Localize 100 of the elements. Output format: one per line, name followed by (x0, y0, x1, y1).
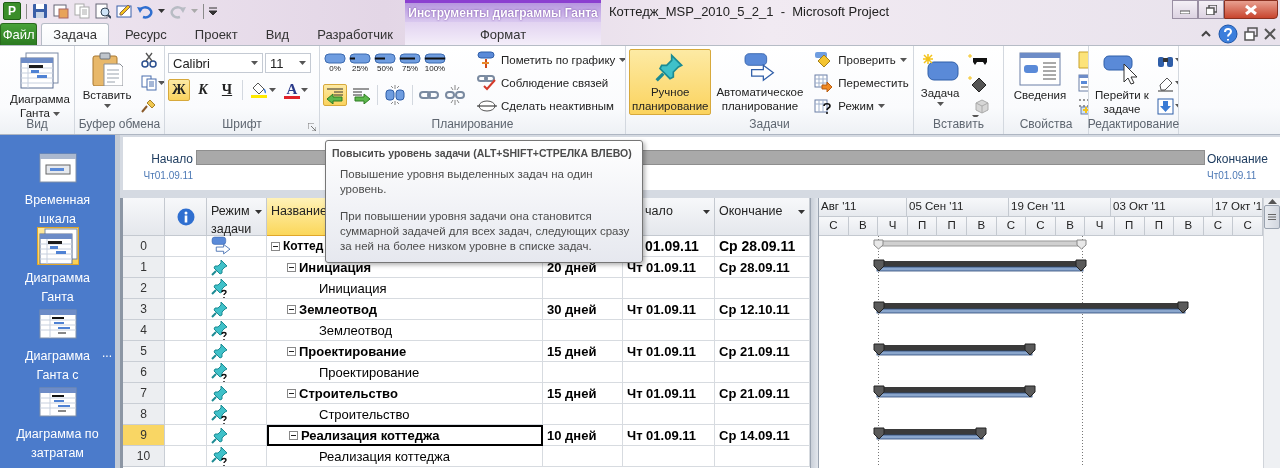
gantt-chart-button[interactable]: Диаграмма Ганта (3, 49, 74, 117)
group-label: Свойства (1019, 117, 1073, 132)
row-number-cell[interactable]: 1 (123, 257, 165, 278)
copy-button[interactable] (138, 72, 164, 94)
auto-schedule-button[interactable]: Автоматическое планирование (713, 49, 807, 115)
group-label: Вставить (933, 117, 984, 132)
row-number-cell[interactable]: 5 (123, 341, 165, 362)
undo-icon[interactable] (137, 3, 153, 19)
row-number-cell[interactable]: 10 (123, 446, 165, 467)
ribbon-tab[interactable]: Разработчик (305, 23, 405, 45)
percent-complete-button[interactable]: 50% (373, 52, 397, 78)
column-header[interactable] (165, 198, 207, 236)
collapse-icon[interactable] (287, 346, 296, 356)
preview-icon[interactable] (95, 3, 111, 19)
minimize-button[interactable] (1172, 0, 1198, 19)
percent-complete-button[interactable]: 0% (323, 52, 347, 78)
dialog-launcher-icon[interactable] (308, 123, 316, 131)
save-icon[interactable] (32, 3, 48, 19)
font-style-button[interactable]: Ч (216, 79, 238, 101)
ribbon-tab[interactable]: Ресурс (112, 23, 179, 45)
collapse-icon[interactable] (287, 388, 296, 398)
start-cell: Чт 01.09.11 (623, 341, 715, 362)
unlink-tasks-button[interactable] (443, 84, 467, 106)
summary-task-bar[interactable] (873, 427, 987, 440)
font-style-button[interactable]: Ж (168, 79, 190, 101)
font-size-field[interactable]: 11 (265, 53, 311, 73)
restore-button[interactable] (1198, 0, 1224, 19)
paste-button[interactable]: Вставить (78, 49, 136, 117)
row-number-cell[interactable]: 4 (123, 320, 165, 341)
summary-task-bar[interactable] (873, 343, 1036, 356)
form-icon[interactable] (53, 3, 69, 19)
row-number-cell[interactable]: 2 (123, 278, 165, 299)
task-button[interactable]: Задача (917, 49, 963, 117)
view-button[interactable] (36, 227, 79, 265)
ribbon-tab[interactable]: Вид (253, 23, 302, 45)
row-number-cell[interactable]: 3 (123, 299, 165, 320)
ribbon-tab[interactable]: Файл (0, 23, 38, 45)
collapse-icon[interactable] (287, 304, 296, 314)
command-button[interactable]: Пометить по графику (473, 49, 625, 71)
active-cell[interactable]: Реализация коттеджа (267, 425, 543, 446)
move-icon (814, 74, 835, 92)
font-name-field[interactable]: Calibri (168, 53, 263, 73)
ribbon-tab[interactable]: Задача (41, 23, 109, 45)
collapse-icon[interactable] (287, 262, 296, 272)
command-button[interactable]: Соблюдение связей (473, 72, 625, 94)
split-task-icon (384, 85, 406, 105)
font-style-button[interactable]: К (192, 79, 214, 101)
timeline-finish-date: Чт01.09.11 (1206, 169, 1258, 181)
collapse-icon[interactable] (271, 241, 280, 251)
customize-icon[interactable] (209, 7, 217, 15)
copy-icon (141, 75, 157, 91)
summary-task-bar[interactable] (873, 385, 1036, 398)
timescale-label: П (1114, 217, 1145, 235)
percent-complete-button[interactable]: 75% (398, 52, 422, 78)
column-header[interactable]: Окончание (715, 198, 810, 236)
help-icon[interactable] (1218, 23, 1238, 44)
restore-icon[interactable] (1244, 26, 1258, 41)
spelling-icon[interactable] (116, 3, 132, 19)
close-icon[interactable] (1264, 27, 1276, 40)
split-task-button[interactable] (382, 84, 408, 106)
row-number-cell[interactable]: 8 (123, 404, 165, 425)
timescale-label: Авг '11 (819, 198, 907, 216)
auto-schedule-icon (742, 52, 777, 82)
timescale-label: 19 Сен '11 (1009, 198, 1111, 216)
command-button[interactable]: Режим (810, 95, 913, 117)
view-label: Диаграмма по затратам (15, 426, 100, 462)
start-cell: Чт 01.09.11 (623, 425, 715, 446)
font-color-button[interactable]: А (281, 79, 311, 101)
percent-complete-button[interactable]: 25% (348, 52, 372, 78)
row-number-cell[interactable]: 9 (123, 425, 165, 446)
information-button[interactable]: Сведения (1007, 49, 1073, 117)
task-name: Проектирование (299, 343, 407, 359)
collapse-icon[interactable] (289, 431, 298, 440)
close-button[interactable] (1224, 0, 1278, 19)
caret-icon (251, 61, 258, 65)
ribbon-tab[interactable]: Проект (182, 23, 250, 45)
percent-complete-button[interactable]: 100% (423, 52, 447, 78)
fill-icon (1157, 97, 1174, 115)
view-label: Временная шкала (23, 192, 92, 228)
restore-icon (1205, 4, 1217, 15)
caret-icon (301, 88, 308, 92)
row-number-cell[interactable]: 7 (123, 383, 165, 404)
command-button[interactable]: Переместить (810, 72, 913, 94)
summary-task-bar[interactable] (873, 301, 1189, 314)
app-logo: P (3, 2, 21, 20)
task-name: Строительство (319, 406, 410, 422)
outdent-button[interactable] (323, 84, 347, 106)
command-button[interactable]: Проверить (810, 49, 913, 71)
command-button[interactable]: Сделать неактивным (473, 95, 625, 117)
scrollbar[interactable] (1263, 198, 1280, 468)
start-cell: Чт 01.09.11 (623, 383, 715, 404)
fill-button[interactable] (1154, 95, 1178, 117)
gantt-chart-icon (37, 228, 78, 264)
scroll-to-task-button[interactable]: Перейти к задаче (1092, 49, 1152, 117)
task-name: Реализация коттеджа (301, 428, 440, 443)
row-number-cell[interactable]: 6 (123, 362, 165, 383)
summary-task-bar[interactable] (873, 259, 1087, 272)
column-header[interactable]: Режим задачи (207, 198, 267, 236)
manual-schedule-button[interactable]: Ручное планирование (629, 49, 712, 115)
row-number-cell[interactable]: 0 (123, 236, 165, 257)
